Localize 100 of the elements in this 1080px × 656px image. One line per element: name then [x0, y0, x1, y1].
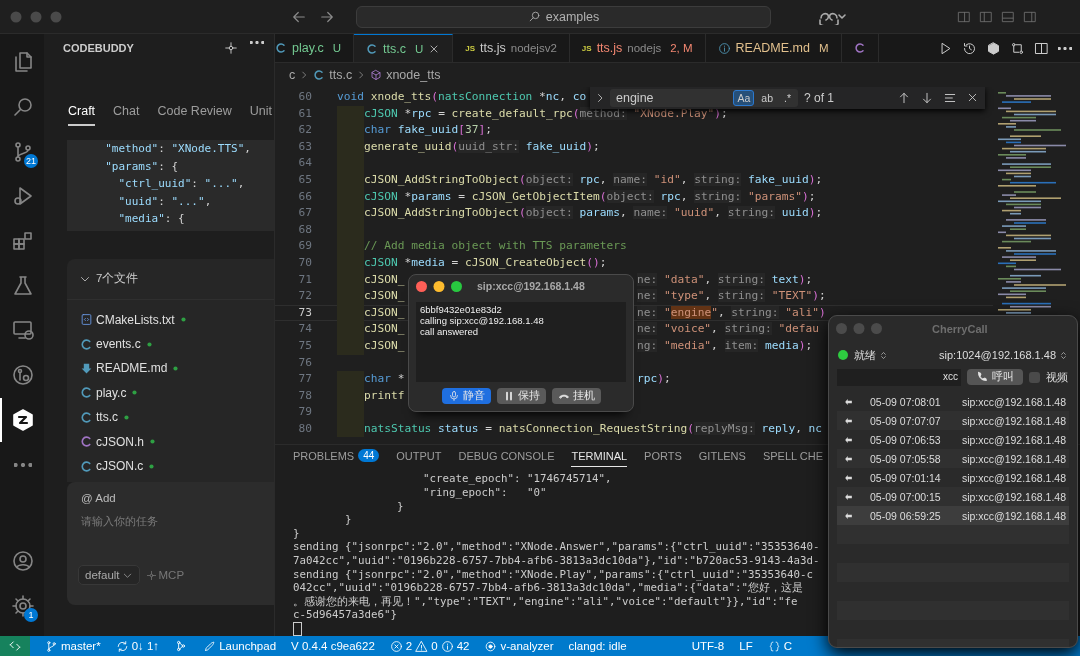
find-toggle[interactable]: .* — [780, 90, 795, 106]
code-snippet: "method": "XNode.TTS", "params": { "ctrl_uuid": "...", "uuid": "...", "media": { — [67, 140, 274, 231]
file-item[interactable]: events.c — [67, 331, 274, 357]
call-row[interactable]: 05-09 07:07:07 sip:xcc@192.168.1.48 — [837, 411, 1069, 430]
terminal-line: "create_epoch": "1746745714", — [422, 472, 613, 487]
monitor-icon — [11, 318, 35, 343]
line-number: 75 — [297, 337, 312, 354]
code-line: ne: "type", string: "TEXT"); — [637, 288, 826, 305]
panel-tab[interactable]: TERMINAL — [571, 445, 628, 467]
panel-tab[interactable]: GITLENS — [698, 445, 746, 467]
file-item[interactable]: README.md — [67, 356, 274, 381]
find-toggle[interactable]: ab — [757, 90, 777, 106]
line-number: 62 — [297, 122, 312, 139]
file-item[interactable]: CMakeLists.txt — [67, 307, 274, 332]
terminal-cursor — [293, 622, 302, 636]
status-item[interactable]: V 0.4.4 c9ea622 — [291, 640, 375, 652]
call-row[interactable]: 05-09 07:01:14 sip:xcc@192.168.1.48 — [837, 468, 1069, 487]
status-dropdown[interactable]: 就绪 — [854, 347, 888, 363]
code-line: printf — [364, 388, 405, 402]
code-line: cJSON *params = cJSON_GetObjectItem(object: rpc, string: "params"); — [364, 189, 816, 203]
panel-tab[interactable]: PROBLEMS 44 — [293, 445, 380, 468]
call-control-button[interactable]: 保持 — [496, 388, 546, 404]
line-number: 79 — [297, 404, 312, 421]
file-item[interactable]: play.c — [67, 380, 274, 406]
breadcrumb-item[interactable]: tts.c — [313, 68, 353, 82]
c-file-icon — [80, 337, 93, 351]
call-row[interactable]: 05-09 07:05:58 sip:xcc@192.168.1.48 — [837, 449, 1069, 468]
call-row[interactable]: 05-09 06:59:25 sip:xcc@192.168.1.48 — [837, 506, 1069, 525]
code-line: char * — [364, 372, 405, 386]
file-item[interactable]: cJSON.h — [67, 429, 274, 454]
c-file-icon — [366, 42, 379, 55]
status-item[interactable]: 0↓ 1↑ — [115, 639, 160, 653]
breadcrumb-item[interactable]: c — [289, 68, 296, 82]
terminal-line: 042cc","uuid":"0196b228-6757-7bb4-afb6-3813a3dc10da","media":{"data":"您好，这是 — [293, 581, 805, 595]
panel-tab[interactable]: PORTS — [644, 445, 682, 467]
status-item[interactable]: v-analyzer — [484, 639, 554, 653]
status-item[interactable]: C — [767, 639, 792, 653]
line-number: 76 — [297, 354, 312, 371]
checkbox-label: 视频 — [1046, 369, 1068, 385]
terminal-line: sending {"jsonrpc":"2.0","method":"XNode.Answer","params":{"ctrl_uuid":"35353640- — [293, 540, 821, 555]
match-count: ? of 1 — [804, 91, 835, 105]
mode-dropdown[interactable]: default — [78, 565, 140, 586]
call-button[interactable]: 呼叫 — [967, 369, 1023, 385]
problems-button[interactable]: 2 0 42 — [389, 639, 470, 653]
status-item[interactable]: LF — [739, 640, 753, 652]
file-item[interactable]: cJSON.c — [67, 453, 274, 479]
line-number: 60 — [297, 89, 312, 105]
tab[interactable]: Craft — [68, 104, 96, 126]
code-line: char fake_uuid[37]; — [364, 123, 493, 137]
call-row[interactable]: 05-09 07:08:01 sip:xcc@192.168.1.48 — [837, 392, 1069, 411]
editor-tab[interactable]: tts.c U — [354, 34, 454, 62]
lines-icon — [943, 91, 957, 105]
phone-icon — [976, 371, 988, 383]
dial-field[interactable]: xcc — [837, 368, 961, 386]
editor-tab[interactable]: JS tts.js nodejs 2, M — [569, 34, 706, 62]
call-row[interactable]: 05-09 07:06:53 sip:xcc@192.168.1.48 — [837, 430, 1069, 449]
files-header[interactable]: 7个文件 — [67, 258, 274, 300]
c-file-icon — [80, 386, 93, 400]
status-dot-icon — [173, 365, 179, 371]
code-line: rpc); — [637, 371, 671, 388]
breadcrumb-item[interactable]: xnode_tts — [370, 68, 441, 82]
checkbox[interactable] — [1029, 371, 1040, 383]
panel-tab[interactable]: OUTPUT — [396, 445, 442, 467]
code-line: cJSON_ — [364, 322, 405, 336]
sync-icon — [115, 639, 129, 653]
tab[interactable]: Unit — [249, 104, 273, 126]
branch-icon — [45, 639, 58, 653]
editor-tab[interactable]: README.md M — [705, 34, 842, 62]
c-file-icon — [80, 435, 93, 449]
remote-icon — [8, 639, 22, 653]
status-item[interactable]: master* — [45, 639, 101, 653]
call-control-button[interactable]: 静音 — [441, 388, 491, 404]
status-item[interactable]: clangd: idle — [568, 640, 627, 652]
call-control-button[interactable]: 挂机 — [551, 388, 601, 404]
account-dropdown[interactable]: sip:1024@192.168.1.48 — [939, 349, 1068, 361]
line-number: 78 — [297, 387, 312, 404]
tab[interactable]: Chat — [113, 104, 140, 126]
find-field[interactable]: engine Aa ab .* — [610, 89, 798, 107]
panel-tab[interactable]: DEBUG CONSOLE — [458, 445, 555, 467]
info-icon — [717, 41, 731, 55]
add-context-button[interactable]: @ Add — [81, 492, 116, 505]
arrow-left-icon — [843, 396, 855, 407]
line-number: 71 — [297, 271, 312, 288]
warning-icon — [415, 639, 429, 653]
file-item[interactable]: tts.c — [67, 405, 274, 430]
editor-tab[interactable]: JS tts.js nodejsv2 — [453, 34, 570, 62]
tab[interactable]: Code Review — [157, 104, 232, 126]
search-field[interactable]: examples — [356, 5, 771, 28]
line-number: 77 — [297, 371, 312, 388]
status-item[interactable]: UTF-8 — [691, 640, 725, 652]
updown-icon — [1059, 349, 1068, 361]
panel-tab[interactable]: SPELL CHE — [762, 445, 823, 467]
find-toggle[interactable]: Aa — [733, 90, 755, 106]
layout-icon — [957, 9, 971, 24]
activity-button[interactable]: 1 — [0, 583, 44, 628]
code-line: cJSON_ — [364, 289, 405, 303]
activity-button[interactable]: 21 — [0, 129, 44, 175]
status-item[interactable]: Launchpad — [203, 639, 277, 653]
remote-button[interactable] — [0, 636, 30, 656]
call-row[interactable]: 05-09 07:00:15 sip:xcc@192.168.1.48 — [837, 487, 1069, 506]
